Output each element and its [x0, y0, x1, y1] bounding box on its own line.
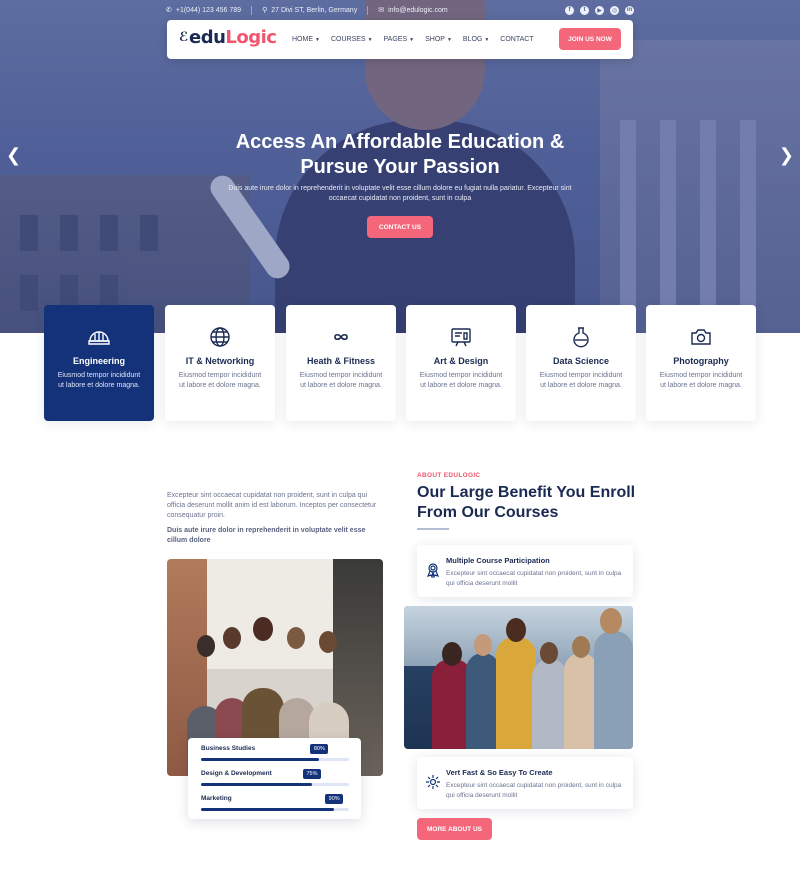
award-ribbon-icon	[426, 563, 440, 578]
progress-bar	[201, 758, 320, 761]
facebook-icon[interactable]: f	[565, 5, 574, 15]
location-pin-icon: ⚲	[262, 7, 268, 14]
topbar-email[interactable]: ✉ info@edulogic.com	[378, 6, 448, 15]
skill-percent-badge: 90%	[325, 794, 344, 804]
progress-bar	[201, 808, 335, 811]
skill-marketing: Marketing 90%	[201, 794, 349, 817]
topbar-phone[interactable]: ✆ +1(044) 123 456 789	[166, 6, 241, 15]
twitter-icon[interactable]: t	[580, 5, 589, 15]
social-links: f t ▶ ◎ in	[559, 5, 634, 15]
globe-icon	[210, 327, 230, 347]
skill-design-development: Design & Development 75%	[201, 769, 349, 792]
category-card-photography[interactable]: Photography Eiusmod tempor incididunt ut…	[646, 305, 756, 421]
design-board-icon	[451, 328, 471, 347]
chevron-down-icon: ▼	[409, 37, 415, 43]
join-us-button[interactable]: JOIN US NOW	[559, 28, 621, 50]
category-card-health-fitness[interactable]: Heath & Fitness Eiusmod tempor incididun…	[286, 305, 396, 421]
gear-icon	[426, 775, 440, 789]
flask-icon	[573, 327, 589, 348]
main-navbar: ℰ edu Logic HOME ▼ COURSES ▼ PAGES ▼ SHOP ▼ B…	[167, 20, 633, 59]
graduation-cap-icon: ℰ	[179, 30, 188, 45]
instagram-icon[interactable]: ◎	[610, 5, 619, 15]
slider-prev-arrow-icon[interactable]: ❮	[6, 145, 21, 166]
hero-title: Access An Affordable Education & Pursue …	[235, 131, 565, 178]
camera-icon	[691, 329, 711, 345]
topbar: ✆ +1(044) 123 456 789 ⚲ 27 Divi ST, Berl…	[166, 3, 634, 17]
skill-business-studies: Business Studies 80%	[201, 744, 349, 767]
feature-card-multiple-course: Multiple Course Participation Excepteur …	[417, 545, 633, 597]
hero-subtitle: Duis aute irure dolor in reprehenderit i…	[228, 185, 572, 202]
chevron-down-icon: ▼	[446, 37, 452, 43]
nav-item-shop[interactable]: SHOP ▼	[425, 36, 452, 43]
infinity-icon	[334, 333, 348, 341]
chevron-down-icon: ▼	[484, 37, 490, 43]
students-group-image	[404, 606, 633, 749]
chevron-down-icon: ▼	[367, 37, 373, 43]
linkedin-icon[interactable]: in	[625, 5, 634, 15]
nav-item-home[interactable]: HOME ▼	[292, 36, 320, 43]
feature-card-fast-easy: Vert Fast & So Easy To Create Excepteur …	[417, 757, 633, 809]
nav-item-pages[interactable]: PAGES ▼	[384, 36, 415, 43]
helmet-icon	[88, 331, 110, 345]
category-cards: Engineering Eiusmod tempor incididunt ut…	[44, 305, 756, 421]
about-eyebrow: ABOUT EDULOGIC	[417, 472, 481, 479]
envelope-icon: ✉	[378, 7, 385, 14]
contact-us-button[interactable]: CONTACT US	[367, 216, 433, 238]
category-card-art-design[interactable]: Art & Design Eiusmod tempor incididunt u…	[406, 305, 516, 421]
youtube-icon[interactable]: ▶	[595, 5, 604, 15]
nav-item-courses[interactable]: COURSES ▼	[331, 36, 373, 43]
nav-menu: HOME ▼ COURSES ▼ PAGES ▼ SHOP ▼ BLOG ▼ CONTAC…	[292, 20, 545, 59]
phone-icon: ✆	[166, 7, 172, 14]
topbar-address: ⚲ 27 Divi ST, Berlin, Germany	[262, 6, 358, 15]
about-paragraph: Excepteur sint occaecat cupidatat non pr…	[167, 492, 377, 519]
progress-bar	[201, 783, 312, 786]
slider-next-arrow-icon[interactable]: ❯	[779, 145, 794, 166]
category-card-engineering[interactable]: Engineering Eiusmod tempor incididunt ut…	[44, 305, 154, 421]
category-card-it-networking[interactable]: IT & Networking Eiusmod tempor incididun…	[165, 305, 275, 421]
more-about-us-button[interactable]: MORE ABOUT US	[417, 818, 492, 840]
chevron-down-icon: ▼	[315, 37, 320, 43]
hero-section: ✆ +1(044) 123 456 789 ⚲ 27 Divi ST, Berl…	[0, 0, 800, 333]
skill-percent-badge: 80%	[310, 744, 329, 754]
skills-progress-card: Business Studies 80% Design & Developmen…	[188, 738, 361, 819]
category-card-data-science[interactable]: Data Science Eiusmod tempor incididunt u…	[526, 305, 636, 421]
nav-item-contact[interactable]: CONTACT	[500, 36, 533, 43]
skill-percent-badge: 75%	[303, 769, 321, 779]
site-logo[interactable]: ℰ edu Logic	[179, 27, 277, 48]
title-divider	[417, 528, 449, 530]
about-paragraph-bold: Duis aute irure dolor in reprehenderit i…	[167, 527, 366, 544]
nav-item-blog[interactable]: BLOG ▼	[463, 36, 489, 43]
about-title: Our Large Benefit You Enroll From Our Co…	[417, 484, 636, 521]
